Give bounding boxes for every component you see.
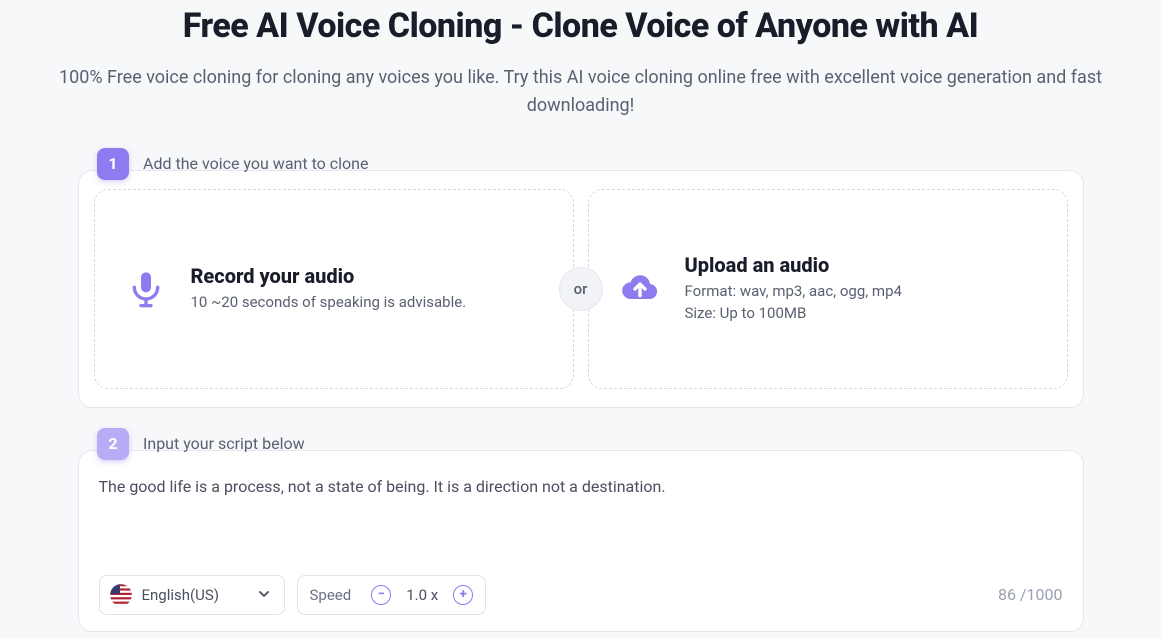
speed-decrease-button[interactable]: − <box>371 585 391 605</box>
script-input[interactable]: The good life is a process, not a state … <box>99 475 1063 499</box>
or-divider: or <box>559 267 603 311</box>
language-name: English(US) <box>142 586 248 604</box>
step2-badge: 2 <box>97 428 129 460</box>
voice-input-card: Record your audio 10 ~20 seconds of spea… <box>78 170 1084 408</box>
record-title: Record your audio <box>191 264 467 288</box>
upload-title: Upload an audio <box>685 253 902 277</box>
step2-label: Input your script below <box>143 434 305 453</box>
character-count: 86 /1000 <box>998 585 1063 604</box>
record-desc: 10 ~20 seconds of speaking is advisable. <box>191 292 467 314</box>
chevron-down-icon <box>258 586 270 604</box>
speed-control: Speed − 1.0 x + <box>297 575 487 615</box>
step1-badge: 1 <box>97 148 129 180</box>
step1-label: Add the voice you want to clone <box>143 154 368 173</box>
upload-desc-format: Format: wav, mp3, aac, ogg, mp4 <box>685 281 902 303</box>
cloud-upload-icon <box>619 268 661 310</box>
us-flag-icon <box>110 584 132 606</box>
upload-audio-button[interactable]: Upload an audio Format: wav, mp3, aac, o… <box>588 189 1068 389</box>
script-card: The good life is a process, not a state … <box>78 450 1084 632</box>
record-audio-button[interactable]: Record your audio 10 ~20 seconds of spea… <box>94 189 574 389</box>
script-controls: English(US) Speed − 1.0 x + 86 /1000 <box>99 575 1063 615</box>
step2-header: 2 Input your script below <box>97 428 1161 460</box>
microphone-icon <box>125 268 167 310</box>
page-subtitle: 100% Free voice cloning for cloning any … <box>41 64 1121 120</box>
speed-value: 1.0 x <box>405 586 439 604</box>
upload-desc-size: Size: Up to 100MB <box>685 303 902 325</box>
page-title: Free AI Voice Cloning - Clone Voice of A… <box>0 6 1161 46</box>
step1-header: 1 Add the voice you want to clone <box>97 148 1161 180</box>
speed-increase-button[interactable]: + <box>453 585 473 605</box>
speed-label: Speed <box>310 586 352 604</box>
language-select[interactable]: English(US) <box>99 575 285 615</box>
